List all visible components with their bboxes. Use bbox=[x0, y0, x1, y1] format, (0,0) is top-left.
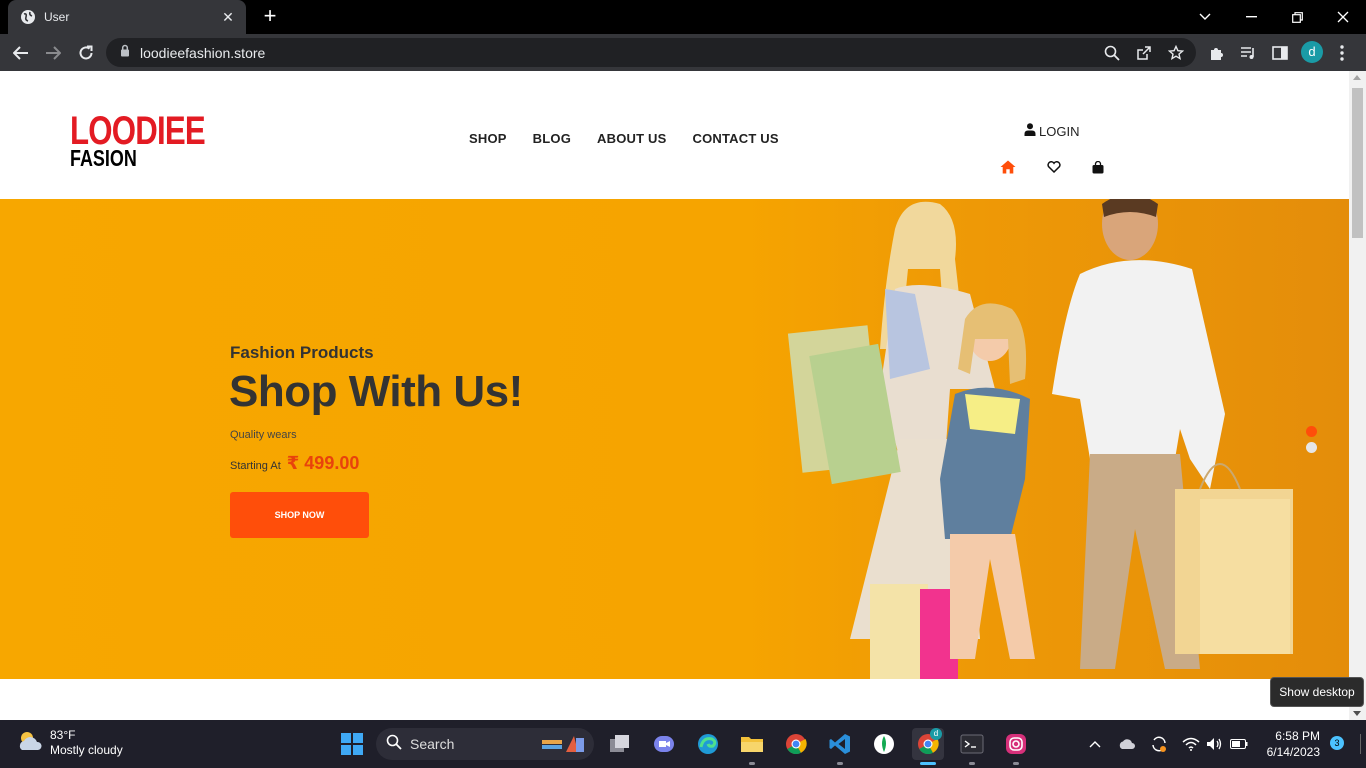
home-icon[interactable] bbox=[1000, 159, 1016, 175]
back-button[interactable] bbox=[8, 40, 34, 66]
running-indicator bbox=[749, 762, 755, 765]
globe-icon bbox=[20, 9, 36, 25]
page-scrollbar[interactable] bbox=[1349, 71, 1366, 720]
wishlist-heart-icon[interactable] bbox=[1046, 159, 1062, 175]
instagram-icon[interactable] bbox=[1000, 728, 1032, 760]
taskbar-search[interactable]: Search bbox=[376, 728, 594, 760]
nav-about-us[interactable]: ABOUT US bbox=[597, 131, 667, 146]
user-icon bbox=[1024, 123, 1036, 139]
close-window-button[interactable] bbox=[1320, 0, 1366, 34]
web-page: LOODIEE FASION SHOP BLOG ABOUT US CONTAC… bbox=[0, 71, 1349, 720]
cloudy-weather-icon bbox=[16, 729, 44, 758]
weather-widget[interactable]: 83°F Mostly cloudy bbox=[16, 728, 123, 758]
hero-eyebrow: Fashion Products bbox=[230, 343, 374, 362]
price-label: Starting At bbox=[230, 460, 281, 472]
active-indicator bbox=[920, 762, 936, 765]
main-nav: SHOP BLOG ABOUT US CONTACT US bbox=[469, 131, 779, 146]
show-desktop-tooltip: Show desktop bbox=[1270, 677, 1364, 707]
teams-chat-icon[interactable] bbox=[648, 728, 680, 760]
chrome-profile-icon[interactable]: d bbox=[912, 728, 944, 760]
running-indicator bbox=[1013, 762, 1019, 765]
wifi-icon[interactable] bbox=[1182, 735, 1200, 753]
volume-icon[interactable] bbox=[1206, 735, 1224, 753]
browser-menu-icon[interactable] bbox=[1332, 43, 1352, 63]
browser-toolbar: loodieefashion.store d bbox=[0, 34, 1366, 71]
notification-badge[interactable]: 3 bbox=[1330, 736, 1344, 750]
scrollbar-thumb[interactable] bbox=[1352, 88, 1363, 238]
battery-icon[interactable] bbox=[1230, 735, 1248, 753]
forward-button[interactable] bbox=[40, 40, 66, 66]
address-bar[interactable]: loodieefashion.store bbox=[106, 38, 1196, 67]
scroll-down-icon[interactable] bbox=[1353, 711, 1361, 716]
running-indicator bbox=[969, 762, 975, 765]
mongodb-compass-icon[interactable] bbox=[868, 728, 900, 760]
price-value: ₹ 499.00 bbox=[286, 453, 360, 473]
login-label: LOGIN bbox=[1039, 123, 1080, 139]
share-icon[interactable] bbox=[1135, 44, 1153, 62]
nav-shop[interactable]: SHOP bbox=[469, 131, 507, 146]
onedrive-cloud-icon[interactable] bbox=[1118, 735, 1136, 753]
file-explorer-icon[interactable] bbox=[736, 728, 768, 760]
hero-price: Starting At ₹ 499.00 bbox=[230, 453, 359, 474]
url-text: loodieefashion.store bbox=[140, 44, 266, 61]
extensions-icon[interactable] bbox=[1206, 43, 1226, 63]
shop-now-button[interactable]: SHOP NOW bbox=[230, 492, 369, 538]
vscode-icon[interactable] bbox=[824, 728, 856, 760]
profile-avatar[interactable]: d bbox=[1301, 41, 1323, 63]
chrome-icon[interactable] bbox=[780, 728, 812, 760]
show-desktop-button[interactable] bbox=[1360, 734, 1361, 754]
close-tab-icon[interactable]: ✕ bbox=[220, 9, 236, 26]
search-label: Search bbox=[410, 736, 455, 752]
logo-line2: FASION bbox=[70, 145, 137, 171]
side-panel-icon[interactable] bbox=[1270, 43, 1290, 63]
restore-button[interactable] bbox=[1274, 0, 1320, 34]
clock-date: 6/14/2023 bbox=[1266, 745, 1320, 759]
chevron-up-icon[interactable] bbox=[1086, 735, 1104, 753]
search-icon bbox=[386, 734, 402, 755]
carousel-dot-1[interactable] bbox=[1306, 426, 1317, 437]
task-view-icon[interactable] bbox=[604, 728, 636, 760]
running-indicator bbox=[837, 762, 843, 765]
search-highlight-icon bbox=[540, 732, 588, 761]
edge-browser-icon[interactable] bbox=[692, 728, 724, 760]
nav-contact-us[interactable]: CONTACT US bbox=[693, 131, 779, 146]
reload-button[interactable] bbox=[73, 40, 99, 66]
shopping-bag-icon[interactable] bbox=[1090, 159, 1106, 175]
minimize-button[interactable] bbox=[1228, 0, 1274, 34]
hero-subtitle: Quality wears bbox=[230, 429, 297, 441]
nav-blog[interactable]: BLOG bbox=[533, 131, 571, 146]
media-controls-icon[interactable] bbox=[1238, 43, 1258, 63]
tab-title: User bbox=[44, 10, 70, 24]
hero-banner: Fashion Products Shop With Us! Quality w… bbox=[0, 199, 1349, 679]
carousel-dot-2[interactable] bbox=[1306, 442, 1317, 453]
sync-icon[interactable] bbox=[1150, 735, 1168, 753]
terminal-icon[interactable] bbox=[956, 728, 988, 760]
hero-headline: Shop With Us! bbox=[229, 367, 523, 416]
zoom-icon[interactable] bbox=[1103, 44, 1121, 62]
tab-search-icon[interactable] bbox=[1182, 0, 1228, 34]
taskbar: 83°F Mostly cloudy Search d 6:58 PM 6/14… bbox=[0, 720, 1366, 768]
start-button[interactable] bbox=[336, 728, 368, 760]
chrome-profile-badge: d bbox=[930, 728, 942, 740]
clock-time: 6:58 PM bbox=[1275, 729, 1320, 743]
browser-tab-strip: User ✕ + bbox=[0, 0, 1366, 34]
carousel-indicators bbox=[1306, 426, 1317, 458]
site-logo[interactable]: LOODIEE FASION bbox=[70, 111, 243, 170]
bookmark-star-icon[interactable] bbox=[1167, 44, 1185, 62]
hero-shoppers-image bbox=[787, 199, 1293, 679]
scroll-up-icon[interactable] bbox=[1353, 75, 1361, 80]
new-tab-button[interactable]: + bbox=[258, 5, 282, 29]
browser-tab[interactable]: User ✕ bbox=[8, 0, 246, 34]
lock-icon[interactable] bbox=[120, 44, 130, 62]
system-clock[interactable]: 6:58 PM 6/14/2023 bbox=[1262, 728, 1320, 760]
weather-temp: 83°F bbox=[50, 728, 76, 742]
weather-description: Mostly cloudy bbox=[50, 743, 123, 757]
login-link[interactable]: LOGIN bbox=[1024, 123, 1079, 139]
